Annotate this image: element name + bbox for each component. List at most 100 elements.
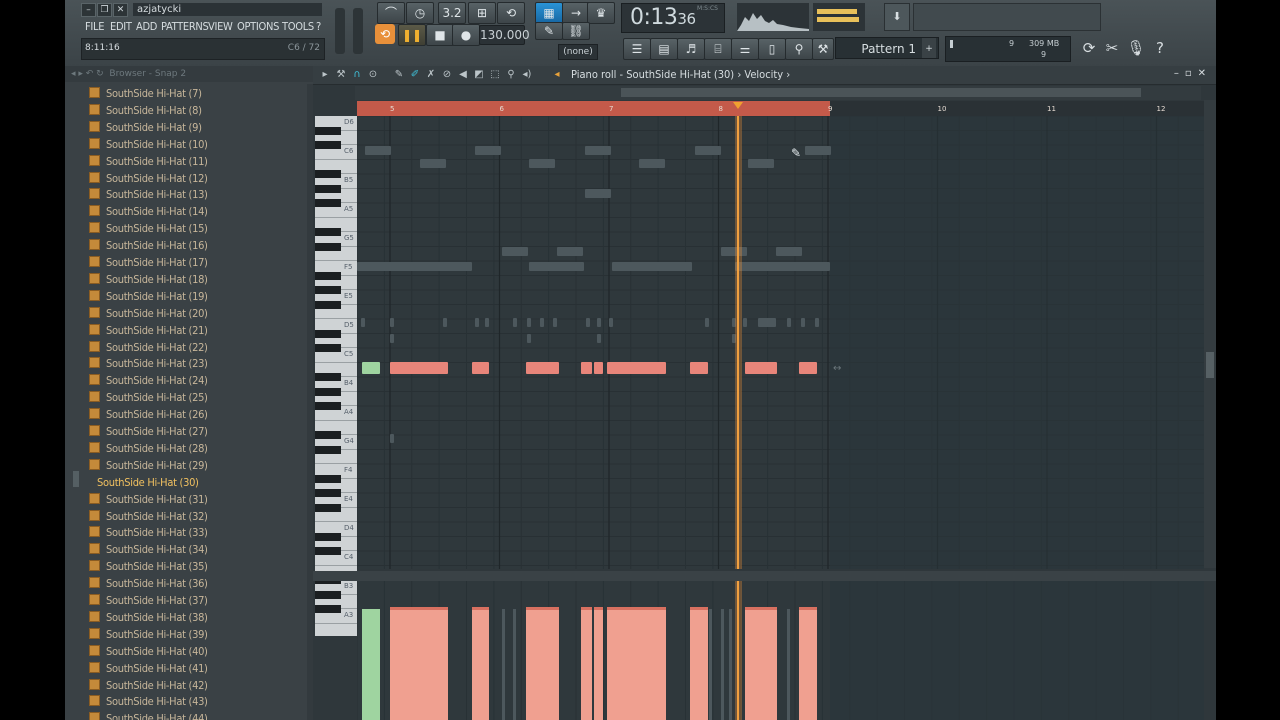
black-key[interactable] xyxy=(315,503,341,512)
pattern-add-icon[interactable]: + xyxy=(922,38,936,58)
velocity-bar[interactable] xyxy=(581,609,592,720)
browser-item[interactable]: SouthSide Hi-Hat (27) xyxy=(89,423,208,440)
menu-add[interactable]: ADD xyxy=(136,20,157,33)
browser-item[interactable]: SouthSide Hi-Hat (17) xyxy=(89,254,208,271)
overview-thumb[interactable] xyxy=(621,88,1141,97)
loop-record-icon[interactable]: ⟲ xyxy=(497,2,525,24)
note-grid[interactable]: ↔ xyxy=(357,116,1204,569)
snap-select[interactable]: (none) xyxy=(558,44,598,60)
browser-item[interactable]: SouthSide Hi-Hat (14) xyxy=(89,203,208,220)
black-key[interactable] xyxy=(315,170,341,178)
velocity-bar[interactable] xyxy=(690,609,708,720)
note[interactable] xyxy=(526,362,559,374)
browser-item[interactable]: SouthSide Hi-Hat (26) xyxy=(89,406,208,423)
browser-item[interactable]: SouthSide Hi-Hat (29) xyxy=(89,457,208,474)
black-key[interactable] xyxy=(315,605,341,613)
browser-item[interactable]: SouthSide Hi-Hat (22) xyxy=(89,339,208,356)
browser-item[interactable]: SouthSide Hi-Hat (16) xyxy=(89,237,208,254)
menu-edit[interactable]: EDIT xyxy=(110,20,132,33)
black-key[interactable] xyxy=(315,329,341,338)
pattern-selector[interactable]: Pattern 1 + xyxy=(835,37,939,59)
black-key[interactable] xyxy=(315,141,341,149)
link-icon[interactable]: ⛓ xyxy=(562,22,590,40)
menu-arrow-icon[interactable]: ▸ xyxy=(319,69,331,81)
velocity-bar[interactable] xyxy=(594,609,603,720)
blend-notes-icon[interactable]: ⊞ xyxy=(468,2,496,24)
menu-patterns[interactable]: PATTERNS xyxy=(161,20,209,33)
piano-keyboard[interactable]: D6C6B5A5G5F5E5D5C5B4A4G4F4E4D4C4B3A3G3 xyxy=(315,116,357,636)
browser-item[interactable]: SouthSide Hi-Hat (25) xyxy=(89,389,208,406)
note[interactable] xyxy=(799,362,817,374)
velocity-bar[interactable] xyxy=(472,609,489,720)
record-icon[interactable]: ● xyxy=(452,24,480,46)
black-key[interactable] xyxy=(315,184,341,193)
black-key[interactable] xyxy=(315,199,341,207)
browser-item[interactable]: SouthSide Hi-Hat (39) xyxy=(89,626,208,643)
mixer-icon[interactable]: ⚌ xyxy=(731,38,759,60)
menu-help[interactable]: ? xyxy=(316,20,321,33)
browser-icon[interactable]: ⌸ xyxy=(704,38,732,60)
black-key[interactable] xyxy=(315,532,341,541)
browser-item[interactable]: SouthSide Hi-Hat (35) xyxy=(89,558,208,575)
speaker-icon[interactable]: ◂) xyxy=(521,69,533,81)
vertical-scroll-thumb[interactable] xyxy=(1206,352,1214,378)
note[interactable] xyxy=(690,362,708,374)
browser-item[interactable]: SouthSide Hi-Hat (9) xyxy=(89,119,202,136)
snap-magnet-icon[interactable]: ∩ xyxy=(351,69,363,81)
microphone-icon[interactable]: 🎙 xyxy=(1125,36,1147,60)
mute-tool-icon[interactable]: ⊘ xyxy=(441,69,453,81)
note[interactable] xyxy=(607,362,666,374)
browser-item[interactable]: SouthSide Hi-Hat (40) xyxy=(89,643,208,660)
black-key[interactable] xyxy=(315,547,341,555)
tempo-tap-icon[interactable]: ⌒ xyxy=(377,2,405,24)
velocity-bar[interactable] xyxy=(745,609,777,720)
black-key[interactable] xyxy=(315,271,341,280)
typing-keyboard-icon[interactable]: ▦ xyxy=(535,2,563,24)
black-key[interactable] xyxy=(315,300,341,309)
browser-item[interactable]: SouthSide Hi-Hat (41) xyxy=(89,660,208,677)
browser-item[interactable]: SouthSide Hi-Hat (11) xyxy=(89,153,208,170)
black-key[interactable] xyxy=(315,373,341,381)
browser-item[interactable]: SouthSide Hi-Hat (7) xyxy=(89,85,202,102)
menu-options[interactable]: OPTIONS xyxy=(237,20,279,33)
velocity-bar[interactable] xyxy=(607,609,666,720)
browser-item[interactable]: SouthSide Hi-Hat (42) xyxy=(89,677,208,694)
delete-tool-icon[interactable]: ✗ xyxy=(425,69,437,81)
note[interactable] xyxy=(581,362,592,374)
restore-icon[interactable]: ❐ xyxy=(97,3,112,17)
overview-scrollbar[interactable] xyxy=(355,86,1201,100)
browser-item[interactable]: SouthSide Hi-Hat (44) xyxy=(89,710,208,720)
browser-item[interactable]: SouthSide Hi-Hat (24) xyxy=(89,372,208,389)
menu-tools[interactable]: TOOLS xyxy=(282,20,314,33)
black-key[interactable] xyxy=(315,402,341,410)
browser-item[interactable]: SouthSide Hi-Hat (33) xyxy=(89,524,208,541)
settings-icon[interactable]: ✂ xyxy=(1101,36,1123,60)
browser-item[interactable]: SouthSide Hi-Hat (32) xyxy=(89,508,208,525)
tools-icon[interactable]: ⚒ xyxy=(812,38,834,60)
song-mode-icon[interactable]: ⟲ xyxy=(375,24,395,44)
slip-tool-icon[interactable]: ◩ xyxy=(473,69,485,81)
velocity-bar[interactable] xyxy=(390,609,448,720)
select-tool-icon[interactable]: ⬚ xyxy=(489,69,501,81)
velocity-pane[interactable] xyxy=(357,581,1204,720)
stamp-icon[interactable]: ⊙ xyxy=(367,69,379,81)
browser-item[interactable]: SouthSide Hi-Hat (10) xyxy=(89,136,208,153)
browser-item[interactable]: SouthSide Hi-Hat (34) xyxy=(89,541,208,558)
browser-item[interactable]: SouthSide Hi-Hat (18) xyxy=(89,271,208,288)
pencil-icon[interactable]: ✎ xyxy=(535,22,563,40)
slice-tool-icon[interactable]: ◀ xyxy=(457,69,469,81)
black-key[interactable] xyxy=(315,590,341,599)
master-volume-slider[interactable] xyxy=(335,8,345,54)
browser-item[interactable]: SouthSide Hi-Hat (13) xyxy=(89,186,208,203)
note[interactable] xyxy=(745,362,777,374)
black-key[interactable] xyxy=(315,489,341,497)
browser-item[interactable]: SouthSide Hi-Hat (21) xyxy=(89,322,208,339)
piano-roll-window-controls[interactable]: –▫✕ xyxy=(1174,68,1212,79)
black-key[interactable] xyxy=(315,126,341,135)
browser-item[interactable]: SouthSide Hi-Hat (19) xyxy=(89,288,208,305)
channel-rack-icon[interactable]: ▤ xyxy=(650,38,678,60)
draw-pencil-icon[interactable]: ✎ xyxy=(393,69,405,81)
black-key[interactable] xyxy=(315,431,341,439)
zoom-tool-icon[interactable]: ⚲ xyxy=(505,69,517,81)
white-key[interactable] xyxy=(315,624,357,637)
